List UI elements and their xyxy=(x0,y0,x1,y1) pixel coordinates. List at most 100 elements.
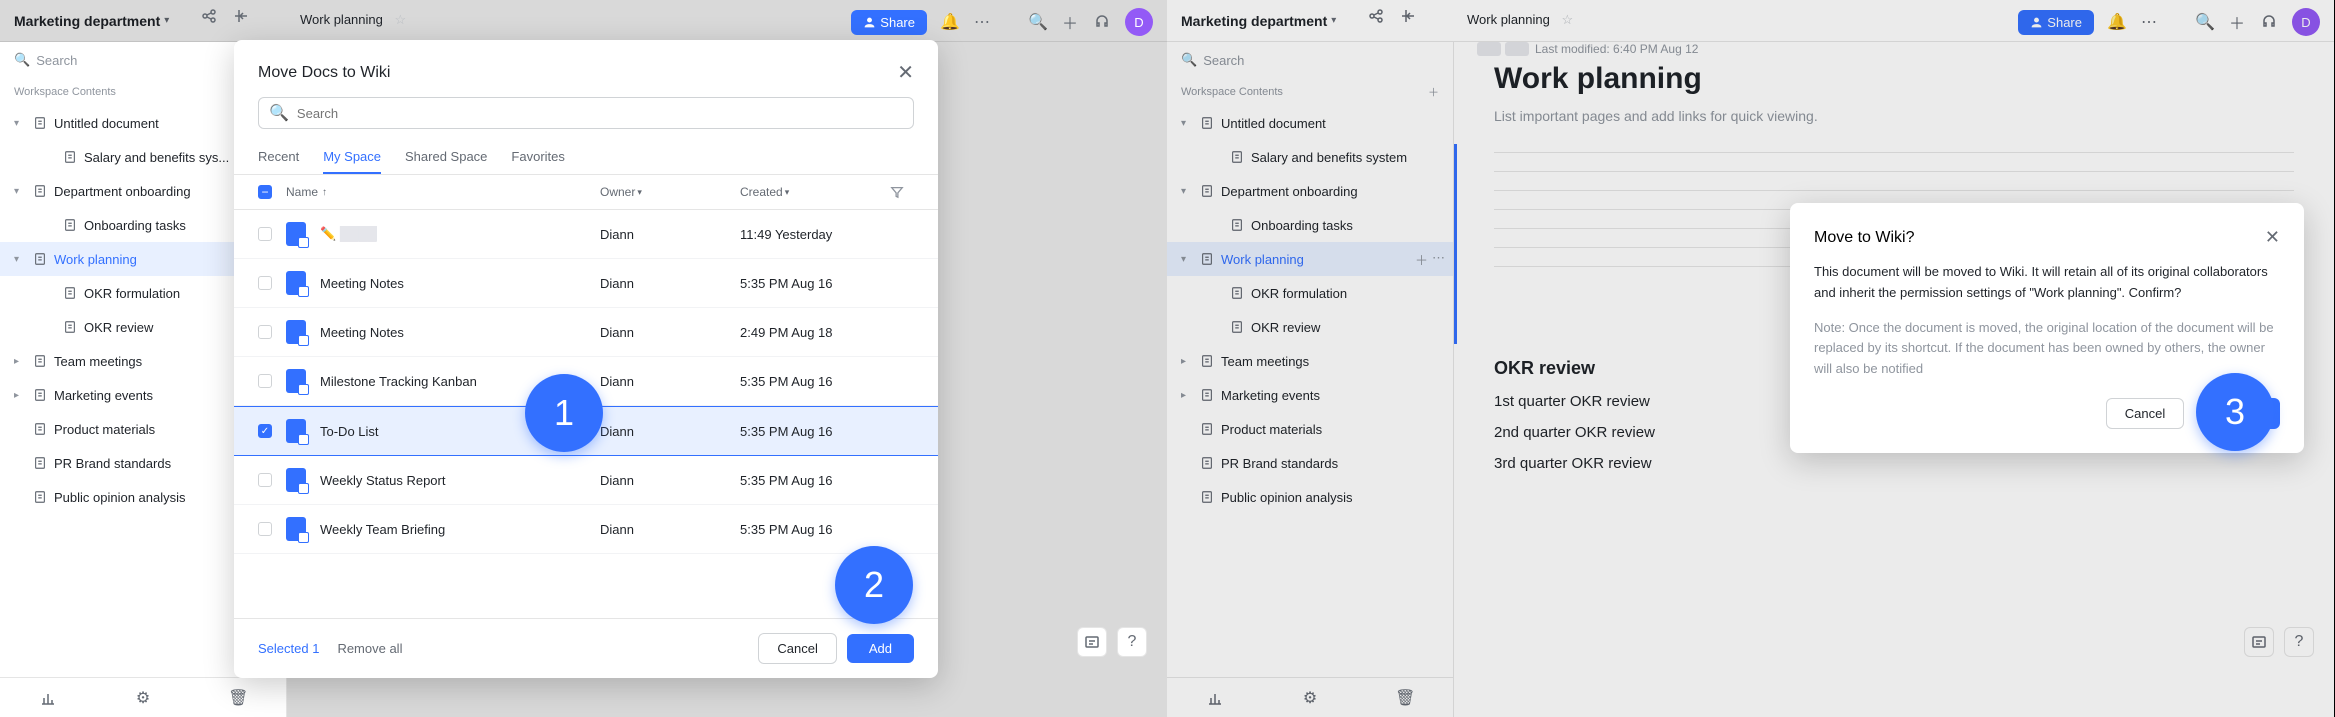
sidebar-item-label: Work planning xyxy=(54,252,242,267)
row-owner: Diann xyxy=(600,522,740,537)
settings-icon[interactable]: ⚙ xyxy=(134,689,152,707)
tab-my-space[interactable]: My Space xyxy=(323,141,381,174)
headset-icon[interactable] xyxy=(1093,13,1111,31)
table-row[interactable]: Weekly Team Briefing Diann5:35 PM Aug 16 xyxy=(234,505,938,554)
table-row[interactable]: Meeting Notes Diann5:35 PM Aug 16 xyxy=(234,259,938,308)
chevron-icon[interactable]: ▾ xyxy=(14,118,26,129)
filter-icon[interactable] xyxy=(890,185,914,199)
col-name[interactable]: Name ↑ xyxy=(286,185,600,199)
avatar[interactable]: D xyxy=(1125,8,1153,36)
star-icon[interactable]: ☆ xyxy=(395,12,407,27)
doc-icon xyxy=(286,271,306,295)
history-icon[interactable] xyxy=(1077,627,1107,657)
share-link-icon[interactable] xyxy=(200,7,218,25)
doc-icon xyxy=(62,285,78,301)
row-checkbox[interactable] xyxy=(258,374,272,388)
row-checkbox[interactable] xyxy=(258,227,272,241)
doc-icon xyxy=(32,115,48,131)
row-created: 2:49 PM Aug 18 xyxy=(740,325,890,340)
doc-icon xyxy=(32,183,48,199)
row-name: ✏️ ████ xyxy=(320,226,377,242)
table-row[interactable]: Meeting Notes Diann2:49 PM Aug 18 xyxy=(234,308,938,357)
doc-icon xyxy=(286,320,306,344)
stats-icon[interactable] xyxy=(39,689,57,707)
row-name: Milestone Tracking Kanban xyxy=(320,374,477,389)
row-owner: Diann xyxy=(600,227,740,242)
share-button[interactable]: Share xyxy=(851,10,927,35)
select-all-checkbox[interactable]: − xyxy=(258,185,272,199)
row-name: Meeting Notes xyxy=(320,325,404,340)
chevron-icon[interactable]: ▸ xyxy=(14,356,26,367)
modal2-title: Move to Wiki? xyxy=(1814,229,1914,247)
doc-icon xyxy=(32,251,48,267)
row-name: Weekly Team Briefing xyxy=(320,522,445,537)
tab-recent[interactable]: Recent xyxy=(258,141,299,174)
row-created: 5:35 PM Aug 16 xyxy=(740,374,890,389)
trash-icon[interactable]: 🗑 xyxy=(229,689,247,707)
row-name: Weekly Status Report xyxy=(320,473,445,488)
plus-icon[interactable]: ＋ xyxy=(1061,13,1079,31)
col-created[interactable]: Created▾ xyxy=(740,185,890,199)
more-icon[interactable]: ⋯ xyxy=(973,13,991,31)
row-name: To-Do List xyxy=(320,424,379,439)
search-icon[interactable]: 🔍 xyxy=(1029,13,1047,31)
modal2-note: Note: Once the document is moved, the or… xyxy=(1814,318,2280,380)
modal-search-input[interactable] xyxy=(297,106,903,121)
row-owner: Diann xyxy=(600,276,740,291)
tab-shared-space[interactable]: Shared Space xyxy=(405,141,487,174)
modal2-body: This document will be moved to Wiki. It … xyxy=(1814,262,2280,304)
doc-icon xyxy=(32,353,48,369)
doc-icon xyxy=(62,149,78,165)
table-row[interactable]: ✏️ ████ Diann11:49 Yesterday xyxy=(234,210,938,259)
chevron-icon[interactable]: ▸ xyxy=(14,390,26,401)
cancel-button[interactable]: Cancel xyxy=(2106,398,2184,429)
doc-title-breadcrumb[interactable]: Work planning xyxy=(300,12,383,27)
close-icon[interactable]: ✕ xyxy=(2265,227,2280,248)
col-owner[interactable]: Owner▾ xyxy=(600,185,740,199)
doc-icon xyxy=(32,455,48,471)
doc-icon xyxy=(32,489,48,505)
row-owner: Diann xyxy=(600,374,740,389)
row-checkbox[interactable] xyxy=(258,276,272,290)
doc-icon xyxy=(62,217,78,233)
workspace-contents-label: Workspace Contents xyxy=(14,86,116,98)
modal-title: Move Docs to Wiki xyxy=(258,64,390,82)
row-created: 5:35 PM Aug 16 xyxy=(740,424,890,439)
doc-icon xyxy=(286,468,306,492)
chevron-icon[interactable]: ▾ xyxy=(14,254,26,265)
row-created: 5:35 PM Aug 16 xyxy=(740,276,890,291)
row-checkbox[interactable] xyxy=(258,522,272,536)
row-name: Meeting Notes xyxy=(320,276,404,291)
remove-all-link[interactable]: Remove all xyxy=(337,641,402,656)
modal-search[interactable]: 🔍 xyxy=(258,97,914,129)
step-1-badge: 1 xyxy=(525,374,603,452)
bell-icon[interactable]: 🔔 xyxy=(941,13,959,31)
doc-icon xyxy=(286,517,306,541)
chevron-icon[interactable]: ▾ xyxy=(14,186,26,197)
move-docs-modal: Move Docs to Wiki ✕ 🔍 Recent My Space Shar… xyxy=(234,40,938,678)
tab-favorites[interactable]: Favorites xyxy=(511,141,564,174)
doc-icon xyxy=(286,419,306,443)
doc-icon xyxy=(32,387,48,403)
doc-icon xyxy=(62,319,78,335)
step-2-badge: 2 xyxy=(835,546,913,624)
step-3-badge: 3 xyxy=(2196,373,2274,451)
row-checkbox[interactable]: ✓ xyxy=(258,424,272,438)
cancel-button[interactable]: Cancel xyxy=(758,633,836,664)
doc-icon xyxy=(286,369,306,393)
add-button[interactable]: Add xyxy=(847,634,914,663)
search-icon: 🔍 xyxy=(14,52,30,68)
row-owner: Diann xyxy=(600,473,740,488)
row-owner: Diann xyxy=(600,424,740,439)
row-created: 5:35 PM Aug 16 xyxy=(740,522,890,537)
row-checkbox[interactable] xyxy=(258,325,272,339)
close-icon[interactable]: ✕ xyxy=(897,60,914,85)
collapse-sidebar-icon[interactable] xyxy=(232,7,250,25)
row-created: 5:35 PM Aug 16 xyxy=(740,473,890,488)
help-icon[interactable]: ? xyxy=(1117,627,1147,657)
table-row[interactable]: Weekly Status Report Diann5:35 PM Aug 16 xyxy=(234,456,938,505)
row-created: 11:49 Yesterday xyxy=(740,227,890,242)
row-owner: Diann xyxy=(600,325,740,340)
row-checkbox[interactable] xyxy=(258,473,272,487)
doc-icon xyxy=(32,421,48,437)
